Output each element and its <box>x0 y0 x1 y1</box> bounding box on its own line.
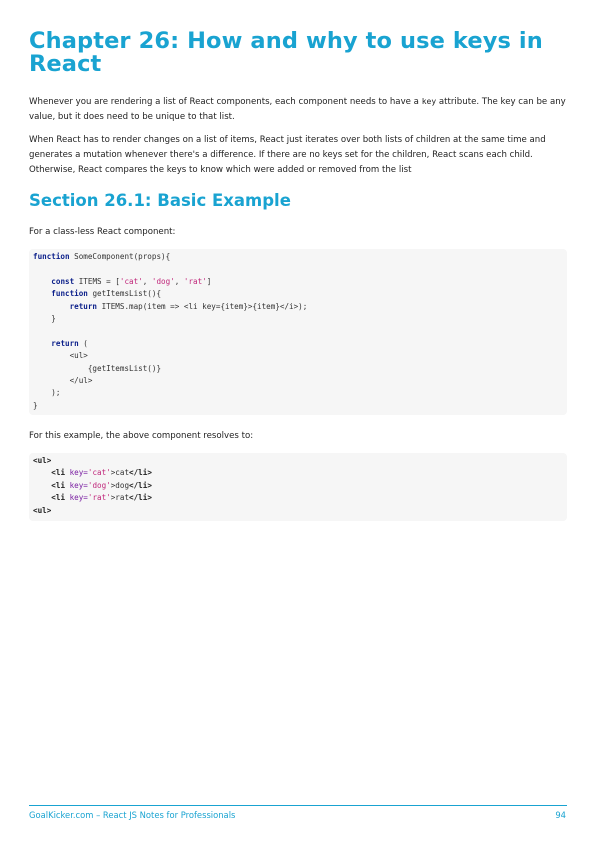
code-line: {getItemsList()} <box>33 363 162 373</box>
section-lead-text: For a class-less React component: <box>29 227 176 237</box>
footer-divider <box>29 805 567 806</box>
code-line: function getItemsList(){ <box>51 289 162 299</box>
intro-text-before: Whenever you are rendering a list of Rea… <box>29 97 422 107</box>
code-line: ); <box>33 388 61 398</box>
code-line: <ul> <box>33 351 88 361</box>
code-block-component: function SomeComponent(props){ const ITE… <box>29 249 567 415</box>
intro-paragraph-1: Whenever you are rendering a list of Rea… <box>29 94 569 125</box>
section-title: Section 26.1: Basic Example <box>29 191 291 210</box>
footer-source-link[interactable]: GoalKicker.com – React JS Notes for Prof… <box>29 810 235 820</box>
code-line: function SomeComponent(props){ <box>33 252 171 261</box>
code-line: <li key='rat'>rat</li> <box>51 493 152 503</box>
code-line: const ITEMS = ['cat', 'dog', 'rat'] <box>51 276 212 286</box>
code-line: <li key='dog'>dog</li> <box>51 480 152 490</box>
code-line: } <box>33 313 56 323</box>
code-line: <li key='cat'>cat</li> <box>51 468 152 478</box>
code-line: } <box>33 400 38 410</box>
intro-paragraph-2: When React has to render changes on a li… <box>29 135 546 175</box>
code-block-output: <ul> <li key='cat'>cat</li> <li key='dog… <box>29 453 567 521</box>
code-line: </ul> <box>33 375 93 385</box>
document-page: Chapter 26: How and why to use keys in R… <box>0 0 596 842</box>
code-line: return ITEMS.map(item => <li key={item}>… <box>69 301 308 311</box>
chapter-title: Chapter 26: How and why to use keys in R… <box>29 28 543 77</box>
code-line: <ul> <box>33 505 52 515</box>
code-line: <ul> <box>33 456 52 465</box>
page-number: 94 <box>555 810 566 820</box>
code-line: return ( <box>51 338 88 348</box>
inline-code-key: key <box>421 97 437 106</box>
resolves-text: For this example, the above component re… <box>29 431 254 441</box>
